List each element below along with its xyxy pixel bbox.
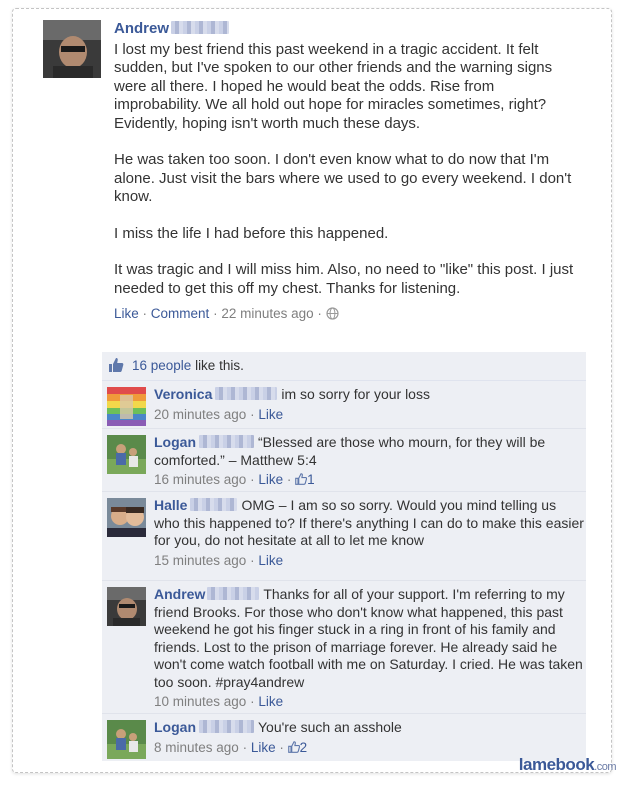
separator: · <box>142 306 148 321</box>
comment-timestamp[interactable]: 16 minutes ago <box>154 472 246 487</box>
comment-like-link[interactable]: Like <box>258 407 283 422</box>
post-paragraph: I lost my best friend this past weekend … <box>114 40 553 132</box>
comment-meta: 8 minutes ago · Like · 2 <box>154 739 308 755</box>
likes-summary: 16 people like this. <box>102 352 586 381</box>
commenter-avatar[interactable] <box>107 720 146 759</box>
redacted-surname <box>215 387 278 400</box>
comment-text: You're such an asshole <box>258 719 402 735</box>
comment-meta: 16 minutes ago · Like · 1 <box>154 472 315 487</box>
comment-like-link[interactable]: Like <box>251 740 276 755</box>
comment-like-link[interactable]: Like <box>258 472 283 487</box>
post-author-name[interactable]: Andrew <box>114 20 169 37</box>
post-paragraph: I miss the life I had before this happen… <box>114 224 389 242</box>
commenter-name[interactable]: Halle <box>154 497 187 513</box>
like-count-value: 2 <box>299 739 308 755</box>
comment-item: Halle OMG – I am so so sorry. Would you m… <box>102 491 586 571</box>
comment-like-link[interactable]: Like <box>258 553 283 568</box>
comment-text: Thanks for all of your support. I'm refe… <box>154 586 583 690</box>
comment-link[interactable]: Comment <box>151 306 210 321</box>
comment-timestamp[interactable]: 8 minutes ago <box>154 740 239 755</box>
commenter-name[interactable]: Andrew <box>154 586 205 602</box>
comment-like-link[interactable]: Like <box>258 694 283 709</box>
comments-section: 16 people like this. Veronica im so sorry… <box>102 352 586 761</box>
commenter-name[interactable]: Logan <box>154 719 196 735</box>
post-actions: Like · Comment · 22 minutes ago · <box>114 305 584 324</box>
comment-item: Logan You're such an asshole 8 minutes ag… <box>102 713 586 762</box>
commenter-name[interactable]: Logan <box>154 434 196 450</box>
comment-like-count[interactable]: 2 <box>287 739 308 755</box>
thumbs-up-icon <box>295 472 308 485</box>
separator: · <box>317 306 322 321</box>
post-author-avatar[interactable] <box>43 20 101 78</box>
thumbs-up-icon <box>108 357 124 373</box>
commenter-avatar[interactable] <box>107 498 146 537</box>
watermark-domain: .com <box>594 761 616 773</box>
like-link[interactable]: Like <box>114 306 139 321</box>
like-count-value: 1 <box>307 472 315 487</box>
redacted-surname <box>207 587 260 600</box>
commenter-avatar[interactable] <box>107 435 146 474</box>
likers-link[interactable]: 16 people <box>132 358 191 373</box>
commenter-name[interactable]: Veronica <box>154 386 212 402</box>
comment-text: im so sorry for your loss <box>281 386 430 402</box>
commenter-avatar[interactable] <box>107 587 146 626</box>
likes-suffix: like this. <box>191 358 244 373</box>
comment-item: Logan “Blessed are those who mourn, for t… <box>102 428 586 491</box>
globe-icon[interactable] <box>326 307 339 320</box>
comment-timestamp[interactable]: 10 minutes ago <box>154 694 246 709</box>
thumbs-up-icon <box>287 740 300 753</box>
comment-meta: 15 minutes ago · Like <box>154 552 284 568</box>
post-paragraph: It was tragic and I will miss him. Also,… <box>114 261 574 297</box>
comment-meta: 20 minutes ago · Like <box>154 406 284 422</box>
watermark-name: lamebook <box>518 755 595 774</box>
redacted-surname <box>199 435 254 448</box>
comment-timestamp[interactable]: 15 minutes ago <box>154 553 246 568</box>
post-timestamp[interactable]: 22 minutes ago <box>221 306 313 321</box>
separator: · <box>213 306 218 321</box>
redacted-surname <box>171 21 230 34</box>
comment-timestamp[interactable]: 20 minutes ago <box>154 407 246 422</box>
post-header: Andrew <box>114 20 584 39</box>
post-paragraph: He was taken too soon. I don't even know… <box>114 151 572 205</box>
comment-like-count[interactable]: 1 <box>295 472 315 487</box>
post-body: Andrew I lost my best friend this past w… <box>114 20 584 324</box>
redacted-surname <box>190 498 238 511</box>
redacted-surname <box>199 720 254 733</box>
commenter-avatar[interactable] <box>107 387 146 426</box>
comment-item: Andrew Thanks for all of your support. I'… <box>102 580 586 709</box>
comment-item: Veronica im so sorry for your loss 20 min… <box>102 381 586 427</box>
comment-meta: 10 minutes ago · Like <box>154 694 284 709</box>
lamebook-watermark: lamebook.com <box>518 755 617 775</box>
